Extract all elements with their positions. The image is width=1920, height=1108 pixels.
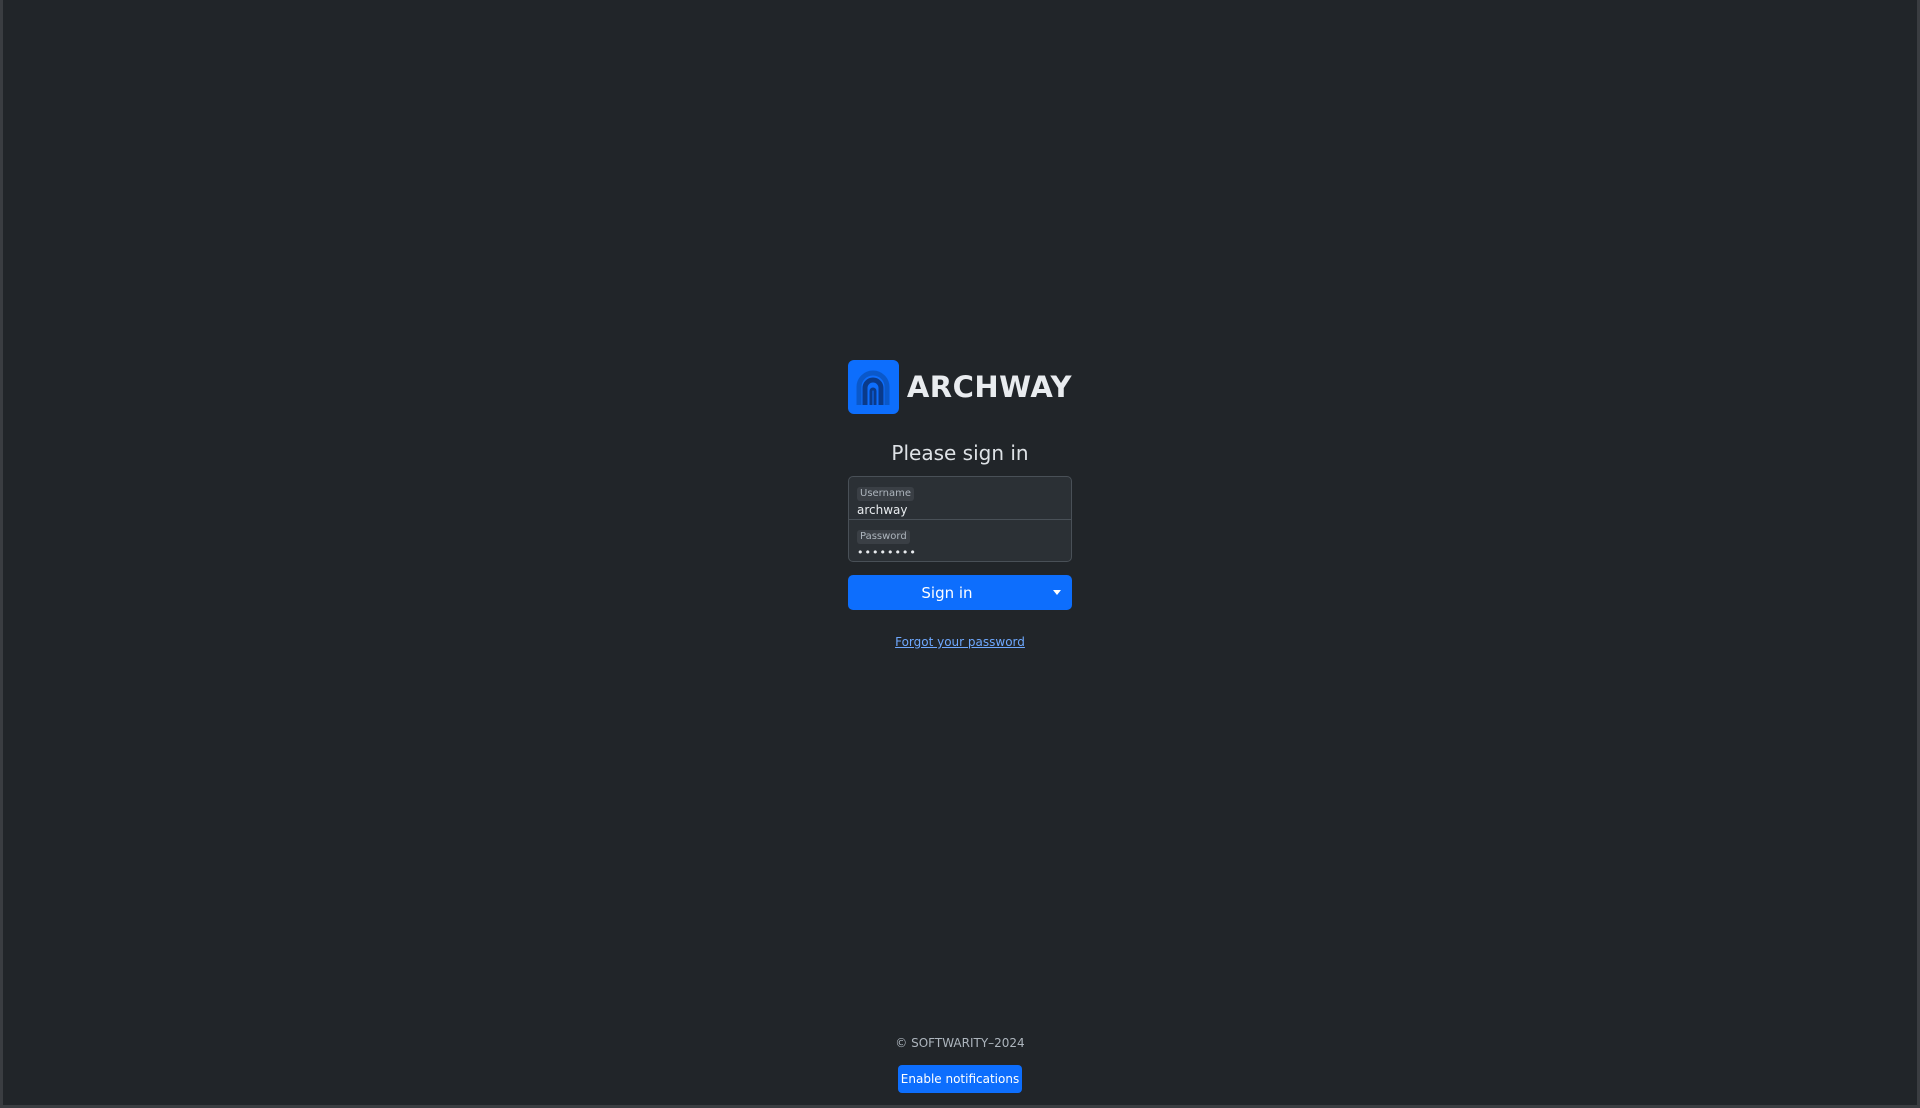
password-input[interactable]: •••••••• [857, 546, 1063, 560]
signin-options-toggle[interactable] [1042, 575, 1072, 610]
password-field[interactable]: Password •••••••• [849, 519, 1071, 561]
brand-name: ARCHWAY [906, 370, 1072, 404]
page-title: Please sign in [891, 441, 1029, 465]
username-field[interactable]: Username archway [849, 477, 1071, 519]
username-label: Username [857, 487, 914, 501]
archway-logo-icon [848, 360, 899, 414]
signin-button-group: Sign in [848, 575, 1072, 610]
forgot-password-container: Forgot your password [848, 635, 1072, 649]
copyright-text: © SOFTWARITY–2024 [895, 1036, 1025, 1050]
password-label: Password [857, 530, 910, 544]
credentials-fields: Username archway Password •••••••• [848, 476, 1072, 562]
brand: ARCHWAY [848, 360, 1072, 414]
signin-panel: ARCHWAY Please sign in Username archway … [848, 360, 1072, 649]
caret-down-icon [1053, 590, 1061, 595]
username-input[interactable]: archway [857, 503, 1063, 517]
signin-button[interactable]: Sign in [848, 575, 1042, 610]
forgot-password-link[interactable]: Forgot your password [895, 635, 1025, 649]
enable-notifications-button[interactable]: Enable notifications [898, 1065, 1022, 1093]
